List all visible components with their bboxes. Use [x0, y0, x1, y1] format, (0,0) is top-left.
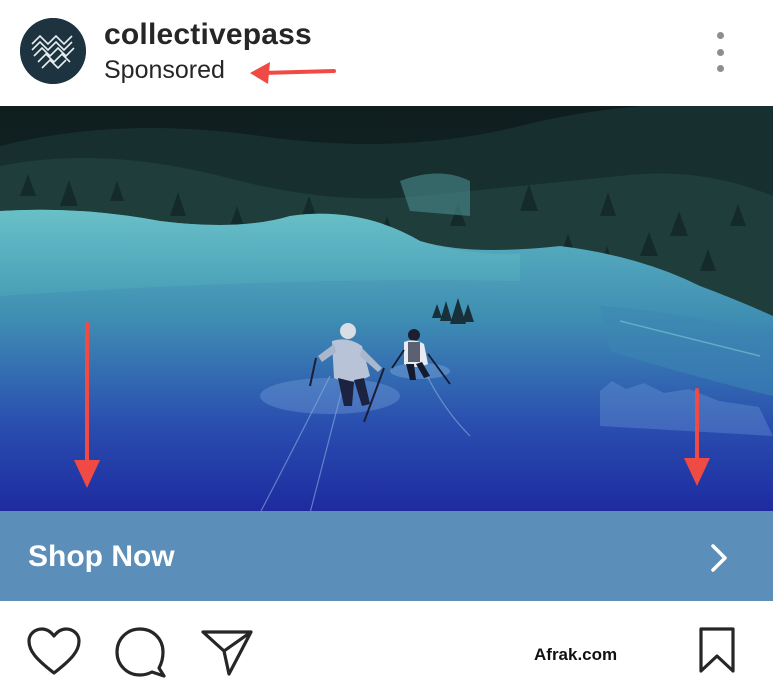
sponsored-label: Sponsored [104, 56, 225, 84]
comment-icon[interactable] [114, 625, 168, 679]
heart-icon[interactable] [26, 627, 82, 677]
bookmark-icon[interactable] [697, 626, 737, 674]
watermark-text: Afrak.com [534, 645, 618, 664]
collectivepass-logo-icon [20, 18, 86, 84]
shop-now-button[interactable]: Shop Now [0, 511, 773, 601]
ski-scene-illustration [0, 106, 773, 513]
username[interactable]: collectivepass [104, 18, 312, 52]
more-dot [716, 48, 724, 56]
more-dot [716, 65, 724, 72]
post-media-image[interactable] [0, 106, 773, 513]
avatar[interactable] [20, 18, 86, 84]
more-dot [716, 32, 724, 39]
more-options-icon[interactable] [705, 32, 735, 72]
post-header: collectivepass Sponsored [0, 0, 773, 106]
shop-now-label: Shop Now [28, 540, 175, 573]
send-icon[interactable] [200, 627, 254, 677]
chevron-right-icon[interactable] [707, 543, 733, 573]
